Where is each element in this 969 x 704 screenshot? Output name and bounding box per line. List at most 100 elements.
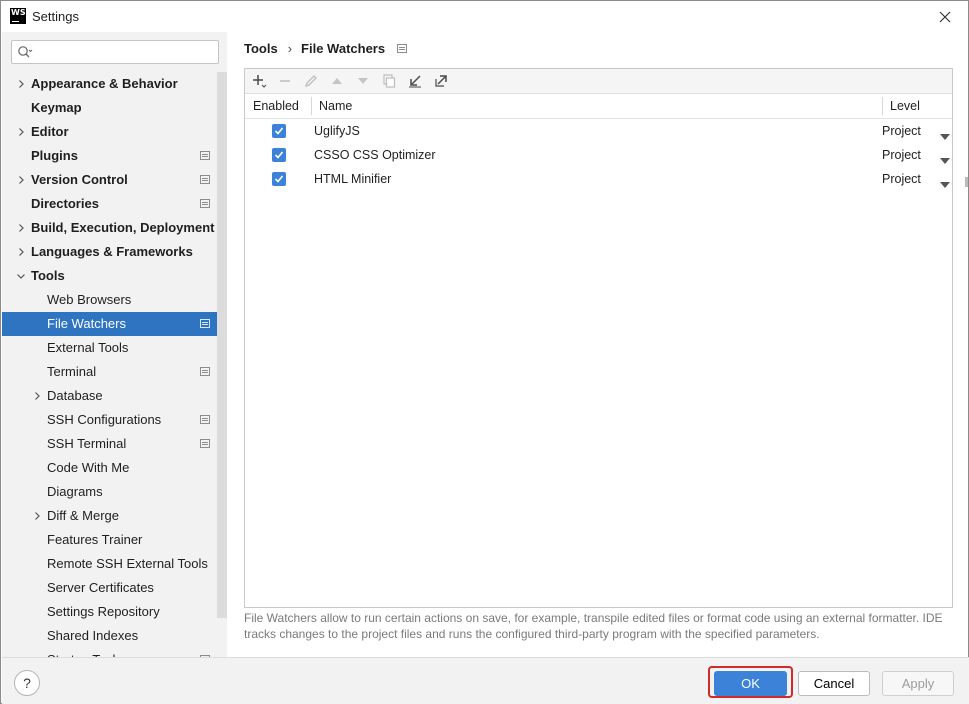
watcher-level[interactable]: Project	[882, 167, 921, 191]
sidebar-item[interactable]: Build, Execution, Deployment	[2, 216, 227, 240]
sidebar-item-label: Diff & Merge	[47, 508, 120, 523]
column-header-name[interactable]: Name	[319, 94, 352, 118]
column-header-enabled[interactable]: Enabled	[253, 94, 299, 118]
breadcrumb-parent[interactable]: Tools	[244, 41, 278, 56]
triangle-down-icon	[940, 158, 950, 164]
sidebar-item[interactable]: Features Trainer	[2, 528, 227, 552]
window-edge-scroll	[965, 177, 968, 187]
sidebar-item-label: Version Control	[31, 172, 128, 187]
table-row[interactable]: HTML Minifier Project	[245, 167, 952, 191]
sidebar-item[interactable]: Keymap	[2, 96, 227, 120]
sidebar-item[interactable]: Database	[2, 384, 227, 408]
chevron-right-icon[interactable]	[31, 390, 43, 402]
sidebar-item[interactable]: File Watchers	[2, 312, 227, 336]
sidebar-item[interactable]: Plugins	[2, 144, 227, 168]
sidebar-item[interactable]: Editor	[2, 120, 227, 144]
level-dropdown-arrow[interactable]	[940, 152, 950, 167]
table-toolbar	[245, 69, 952, 94]
enabled-checkbox[interactable]	[272, 124, 286, 138]
sidebar-item-label: Web Browsers	[47, 292, 132, 307]
cancel-button[interactable]: Cancel	[798, 671, 870, 696]
level-dropdown-arrow[interactable]	[940, 128, 950, 143]
enabled-checkbox[interactable]	[272, 148, 286, 162]
add-icon	[253, 75, 267, 88]
watcher-name: CSSO CSS Optimizer	[314, 148, 436, 162]
copy-button[interactable]	[381, 73, 397, 89]
watcher-level[interactable]: Project	[882, 119, 921, 143]
sidebar-item-label: Terminal	[47, 364, 97, 379]
sidebar-item[interactable]: Startup Tasks	[2, 648, 227, 657]
column-divider[interactable]	[882, 97, 883, 115]
sidebar-item[interactable]: Languages & Frameworks	[2, 240, 227, 264]
sidebar-scrollbar[interactable]	[217, 72, 227, 618]
sidebar-item-label: File Watchers	[47, 316, 126, 331]
sidebar-item-label: External Tools	[47, 340, 129, 355]
table-row[interactable]: CSSO CSS Optimizer Project	[245, 143, 952, 167]
sidebar-item[interactable]: Appearance & Behavior	[2, 72, 227, 96]
close-icon	[939, 11, 951, 23]
sidebar-item-label: Features Trainer	[47, 532, 143, 547]
edit-button[interactable]	[303, 73, 319, 89]
sidebar-item[interactable]: Terminal	[2, 360, 227, 384]
level-dropdown-arrow[interactable]	[940, 176, 950, 191]
sidebar-item[interactable]: Settings Repository	[2, 600, 227, 624]
watcher-level[interactable]: Project	[882, 143, 921, 167]
sidebar-item[interactable]: Web Browsers	[2, 288, 227, 312]
watcher-name: HTML Minifier	[314, 172, 392, 186]
sidebar-item[interactable]: SSH Terminal	[2, 432, 227, 456]
sidebar-item[interactable]: External Tools	[2, 336, 227, 360]
project-scope-icon	[200, 367, 210, 376]
export-icon	[435, 75, 447, 87]
sidebar-item-label: Languages & Frameworks	[31, 244, 193, 259]
add-button[interactable]	[251, 73, 267, 89]
triangle-down-icon	[940, 182, 950, 188]
move-up-button[interactable]	[329, 73, 345, 89]
sidebar-item[interactable]: Remote SSH External Tools	[2, 552, 227, 576]
sidebar-item-label: Build, Execution, Deployment	[31, 220, 215, 235]
chevron-right-icon[interactable]	[15, 246, 27, 258]
file-watchers-description: File Watchers allow to run certain actio…	[244, 611, 943, 641]
breadcrumb-current: File Watchers	[301, 40, 386, 56]
chevron-right-icon[interactable]	[15, 222, 27, 234]
settings-search[interactable]	[11, 40, 219, 64]
enabled-checkbox[interactable]	[272, 172, 286, 186]
sidebar-item-label: SSH Configurations	[47, 412, 162, 427]
sidebar-item[interactable]: Diff & Merge	[2, 504, 227, 528]
close-button[interactable]	[931, 5, 959, 29]
dialog-footer: ? OK Cancel Apply	[2, 657, 969, 704]
export-button[interactable]	[433, 73, 449, 89]
apply-button[interactable]: Apply	[882, 671, 954, 696]
search-input[interactable]	[36, 43, 214, 61]
column-header-level[interactable]: Level	[890, 94, 920, 118]
chevron-right-icon[interactable]	[15, 174, 27, 186]
sidebar-item[interactable]: Shared Indexes	[2, 624, 227, 648]
chevron-right-icon[interactable]	[15, 126, 27, 138]
import-button[interactable]	[407, 73, 423, 89]
sidebar-item[interactable]: Diagrams	[2, 480, 227, 504]
sidebar-item[interactable]: Server Certificates	[2, 576, 227, 600]
checkmark-icon	[274, 175, 284, 183]
settings-tree: Appearance & Behavior Keymap Editor Plugins…	[2, 72, 227, 657]
column-divider[interactable]	[311, 97, 312, 115]
sidebar-item[interactable]: Code With Me	[2, 456, 227, 480]
project-scope-icon	[200, 151, 210, 160]
sidebar-item[interactable]: Directories	[2, 192, 227, 216]
sidebar-item-label: Shared Indexes	[47, 628, 139, 643]
window-title: Settings	[32, 9, 79, 24]
chevron-right-icon[interactable]	[15, 78, 27, 90]
sidebar-item[interactable]: SSH Configurations	[2, 408, 227, 432]
remove-button[interactable]	[277, 73, 293, 89]
ok-button[interactable]: OK	[714, 671, 787, 696]
table-row[interactable]: UglifyJS Project	[245, 119, 952, 143]
chevron-right-icon[interactable]	[31, 510, 43, 522]
pencil-icon	[304, 75, 317, 88]
sidebar-item-label: SSH Terminal	[47, 436, 127, 451]
sidebar-item[interactable]: Tools	[2, 264, 227, 288]
import-icon	[409, 75, 421, 88]
move-down-button[interactable]	[355, 73, 371, 89]
sidebar-item[interactable]: Version Control	[2, 168, 227, 192]
sidebar-item-label: Editor	[31, 124, 69, 139]
help-button[interactable]: ?	[14, 670, 40, 696]
chevron-down-icon[interactable]	[15, 270, 27, 282]
arrow-up-icon	[332, 78, 342, 84]
